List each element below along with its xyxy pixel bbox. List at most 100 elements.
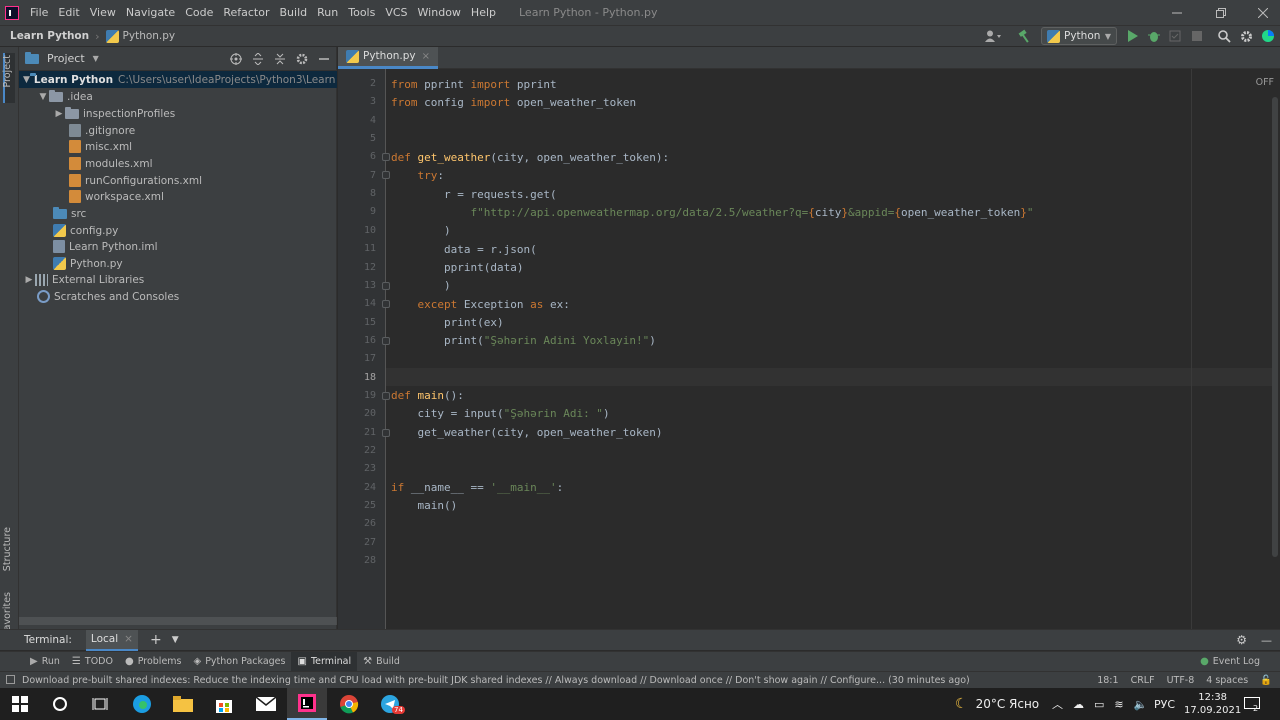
chevron-down-icon[interactable]: ▼ — [172, 635, 179, 645]
locate-file-icon[interactable] — [230, 52, 242, 65]
search-button[interactable] — [40, 688, 80, 720]
menu-view[interactable]: View — [85, 6, 121, 19]
chevron-down-icon[interactable]: ▼ — [23, 75, 30, 85]
project-tool-tab[interactable]: Project — [2, 55, 13, 88]
tree-item-idea[interactable]: ▼ .idea — [37, 88, 93, 105]
chevron-down-icon[interactable]: ▼ — [37, 92, 49, 102]
cloud-icon[interactable]: ☁ — [1073, 698, 1084, 711]
editor-tab-python-py[interactable]: Python.py × — [338, 46, 439, 69]
tree-item-run-configurations-xml[interactable]: runConfigurations.xml — [69, 172, 202, 189]
jetbrains-toolbox-button[interactable] — [1259, 28, 1277, 44]
code-line-20[interactable]: city = input("Şəhərin Adi: ") — [391, 405, 609, 423]
code-line-10[interactable]: ) — [391, 222, 451, 240]
menu-tools[interactable]: Tools — [343, 6, 380, 19]
line-number[interactable]: 7 — [346, 170, 376, 181]
chevron-right-icon[interactable]: ▶ — [23, 275, 35, 285]
taskbar-file-explorer[interactable] — [163, 688, 203, 720]
line-number[interactable]: 10 — [346, 225, 376, 236]
line-separator[interactable]: CRLF — [1131, 675, 1155, 686]
tool-tab-todo[interactable]: ☰ TODO — [66, 652, 119, 672]
notifications-button[interactable]: 2 — [1244, 688, 1260, 720]
line-number[interactable]: 26 — [346, 518, 376, 529]
menu-window[interactable]: Window — [413, 6, 466, 19]
fold-marker[interactable] — [382, 429, 390, 437]
line-number[interactable]: 9 — [346, 206, 376, 217]
line-number[interactable]: 23 — [346, 463, 376, 474]
taskbar-chrome[interactable] — [329, 688, 369, 720]
code-line-13[interactable]: ) — [391, 277, 451, 295]
line-number[interactable]: 28 — [346, 555, 376, 566]
build-hammer-icon[interactable] — [1016, 28, 1034, 44]
line-number[interactable]: 13 — [346, 280, 376, 291]
input-language[interactable]: РУС — [1154, 688, 1175, 720]
taskbar-intellij[interactable] — [287, 688, 327, 720]
tree-item-gitignore[interactable]: .gitignore — [69, 122, 135, 139]
code-line-11[interactable]: data = r.json( — [391, 241, 537, 259]
code-line-2[interactable]: from pprint import pprint — [391, 76, 557, 94]
fold-marker[interactable] — [382, 171, 390, 179]
tree-item-config-py[interactable]: config.py — [53, 222, 118, 239]
code-line-25[interactable]: main() — [391, 497, 457, 515]
user-icon[interactable] — [984, 28, 1002, 44]
line-number[interactable]: 4 — [346, 115, 376, 126]
line-number[interactable]: 12 — [346, 262, 376, 273]
project-horizontal-scrollbar[interactable] — [19, 617, 337, 625]
stop-button[interactable] — [1188, 28, 1206, 44]
minimize-button[interactable] — [1160, 0, 1194, 25]
tool-tab-terminal[interactable]: ▣ Terminal — [291, 651, 358, 672]
fold-marker[interactable] — [382, 392, 390, 400]
tool-tab-run[interactable]: ▶ Run — [24, 652, 66, 672]
line-number[interactable]: 8 — [346, 188, 376, 199]
battery-icon[interactable]: ▭ — [1094, 698, 1104, 711]
code-line-21[interactable]: get_weather(city, open_weather_token) — [391, 424, 662, 442]
breadcrumb-file[interactable]: Python.py — [123, 30, 176, 42]
wifi-icon[interactable]: ≋ — [1114, 698, 1123, 711]
code-line-19[interactable]: def main(): — [391, 387, 464, 405]
chevron-down-icon[interactable]: ▼ — [93, 54, 99, 63]
breadcrumb-project[interactable]: Learn Python — [10, 30, 89, 42]
taskbar-store[interactable] — [204, 688, 244, 720]
tree-item-external-libraries[interactable]: ▶ External Libraries — [23, 271, 144, 288]
line-number[interactable]: 2 — [346, 78, 376, 89]
tree-item-python-py[interactable]: Python.py — [53, 255, 123, 272]
close-tab-icon[interactable]: × — [124, 633, 133, 645]
fold-marker[interactable] — [382, 300, 390, 308]
taskbar-mail[interactable] — [246, 688, 286, 720]
hide-panel-icon[interactable]: — — [1261, 634, 1272, 647]
close-tab-icon[interactable]: × — [422, 51, 430, 62]
code-line-7[interactable]: try: — [391, 167, 445, 185]
caret-position[interactable]: 18:1 — [1097, 675, 1118, 686]
tree-item-scratches[interactable]: Scratches and Consoles — [37, 288, 179, 305]
tool-tab-build[interactable]: ⚒ Build — [357, 652, 406, 672]
tree-item-inspection-profiles[interactable]: ▶ inspectionProfiles — [53, 105, 175, 122]
structure-tool-tab[interactable]: Structure — [2, 527, 13, 571]
task-view-button[interactable] — [80, 688, 120, 720]
gear-icon[interactable] — [296, 53, 308, 65]
tree-item-learn-python-iml[interactable]: Learn Python.iml — [53, 238, 157, 255]
menu-file[interactable]: File — [25, 6, 53, 19]
readonly-lock-icon[interactable]: 🔓 — [1260, 675, 1272, 686]
menu-refactor[interactable]: Refactor — [218, 6, 274, 19]
line-number[interactable]: 21 — [346, 427, 376, 438]
run-configuration-select[interactable]: Python ▼ — [1041, 27, 1117, 45]
line-number[interactable]: 20 — [346, 408, 376, 419]
tool-tab-python-packages[interactable]: ◈ Python Packages — [188, 652, 292, 672]
clock[interactable]: 12:38 17.09.2021 — [1184, 688, 1241, 720]
menu-edit[interactable]: Edit — [53, 6, 84, 19]
code-line-14[interactable]: except Exception as ex: — [391, 296, 570, 314]
line-number[interactable]: 5 — [346, 133, 376, 144]
volume-icon[interactable]: 🔈 — [1134, 698, 1148, 711]
weather-widget[interactable]: ☾ 20°C Ясно — [955, 688, 1039, 720]
menu-navigate[interactable]: Navigate — [121, 6, 180, 19]
tool-tab-problems[interactable]: ● Problems — [119, 652, 188, 672]
line-number[interactable]: 17 — [346, 353, 376, 364]
terminal-tab-local[interactable]: Local × — [85, 629, 138, 651]
indent-setting[interactable]: 4 spaces — [1206, 675, 1248, 686]
toggle-tool-windows-icon[interactable] — [6, 675, 15, 684]
fold-marker[interactable] — [382, 282, 390, 290]
run-button[interactable] — [1124, 28, 1142, 44]
taskbar-telegram[interactable]: 74 — [370, 688, 410, 720]
code-line-3[interactable]: from config import open_weather_token — [391, 94, 636, 112]
start-button[interactable] — [0, 688, 40, 720]
tool-tab-event-log[interactable]: ● Event Log — [1194, 652, 1266, 672]
